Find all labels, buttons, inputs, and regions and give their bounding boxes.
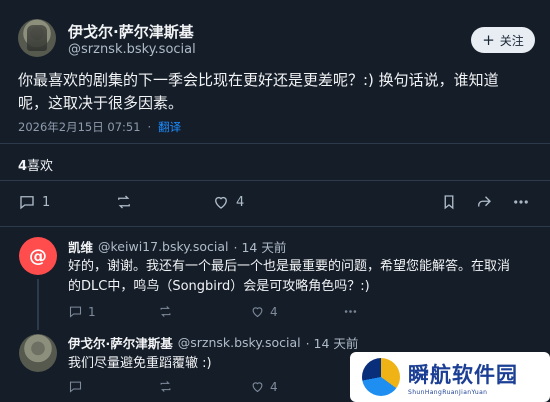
heart-icon: [252, 382, 263, 393]
reply-button[interactable]: 1: [18, 193, 50, 211]
translate-link[interactable]: 翻译: [158, 119, 181, 135]
reply-author-handle[interactable]: @srznsk.bsky.social: [178, 335, 301, 350]
watermark-logo: 瞬航软件园 ShunHangRuanJianYuan: [350, 352, 550, 402]
more-button[interactable]: [512, 193, 530, 215]
watermark-subtitle: ShunHangRuanJianYuan: [408, 388, 488, 396]
bookmark-icon: [444, 195, 454, 210]
reply-avatar[interactable]: [19, 334, 57, 372]
plus-icon: +: [482, 30, 495, 49]
thread-line: [37, 279, 39, 330]
repost-icon: [160, 381, 171, 392]
post-text: 你最喜欢的剧集的下一季会比现在更好还是更差呢？:) 换句话说，谁知道呢，这取决于…: [18, 71, 499, 112]
reply-time: · 14 天前: [305, 336, 359, 351]
author-handle[interactable]: @srznsk.bsky.social: [68, 42, 196, 57]
reply-text-line: 的DLC中，鸣鸟（Songbird）会是可攻略角色吗？:): [68, 279, 370, 294]
reply-text: 好的，谢谢。我还有一个最后一个也是最重要的问题，希望您能解答。在取消 的DLC中…: [68, 257, 538, 297]
watermark-emblem-icon: [362, 358, 400, 396]
reply-repost-button[interactable]: [158, 379, 173, 398]
reply-time: · 14 天前: [233, 240, 287, 255]
reply-more-button[interactable]: [343, 304, 358, 323]
follow-button[interactable]: + 关注: [471, 27, 535, 53]
repost-button[interactable]: [115, 193, 133, 215]
likes-count: 4: [18, 159, 28, 174]
post-date: 2026年2月15日 07:51: [18, 120, 141, 134]
reply-count: 1: [42, 194, 51, 210]
divider: [0, 143, 550, 144]
reply-reply-button[interactable]: [68, 379, 83, 398]
reply-like-button[interactable]: 4: [250, 304, 278, 319]
bookmark-button[interactable]: [440, 193, 458, 215]
reply-avatar[interactable]: @: [19, 237, 57, 275]
repost-icon: [160, 306, 171, 317]
likes-summary[interactable]: 4喜欢: [18, 155, 53, 174]
like-count: 4: [236, 194, 245, 210]
reply-icon: [69, 381, 82, 393]
reply-header: 伊戈尔·萨尔津斯基 @srznsk.bsky.social · 14 天前: [68, 333, 358, 352]
at-sign-icon: @: [29, 245, 47, 267]
divider: [0, 226, 550, 227]
reply-icon: [69, 306, 82, 318]
reply-header: 凯维 @keiwi17.bsky.social · 14 天前: [68, 237, 286, 256]
share-icon: [478, 196, 491, 207]
repost-icon: [118, 195, 130, 209]
share-button[interactable]: [475, 193, 493, 215]
reply-text: 我们尽量避免重蹈覆辙 :): [68, 356, 212, 371]
reply-author-name[interactable]: 凯维: [68, 237, 93, 256]
reply-author-handle[interactable]: @keiwi17.bsky.social: [98, 239, 229, 254]
reply-icon: [20, 196, 34, 210]
heart-icon: [252, 307, 263, 318]
watermark-title: 瞬航软件园: [408, 362, 518, 387]
author-name[interactable]: 伊戈尔·萨尔津斯基: [68, 21, 194, 42]
reply-author-name[interactable]: 伊戈尔·萨尔津斯基: [68, 333, 173, 352]
like-button[interactable]: 4: [212, 193, 244, 211]
author-avatar[interactable]: [18, 19, 56, 57]
follow-label: 关注: [499, 33, 524, 48]
reply-reply-button[interactable]: 1: [68, 304, 96, 319]
separator-dot: ·: [147, 120, 152, 134]
more-icon: [514, 200, 528, 204]
more-icon: [344, 310, 357, 313]
reply-reply-count: 1: [88, 304, 96, 319]
reply-like-count: 4: [270, 379, 278, 394]
reply-like-button[interactable]: 4: [250, 379, 278, 394]
reply-text-line: 好的，谢谢。我还有一个最后一个也是最重要的问题，希望您能解答。在取消: [68, 259, 511, 274]
reply-repost-button[interactable]: [158, 304, 173, 323]
divider: [0, 180, 550, 181]
likes-label: 喜欢: [27, 159, 54, 174]
reply-like-count: 4: [270, 304, 278, 319]
heart-icon: [215, 196, 227, 209]
